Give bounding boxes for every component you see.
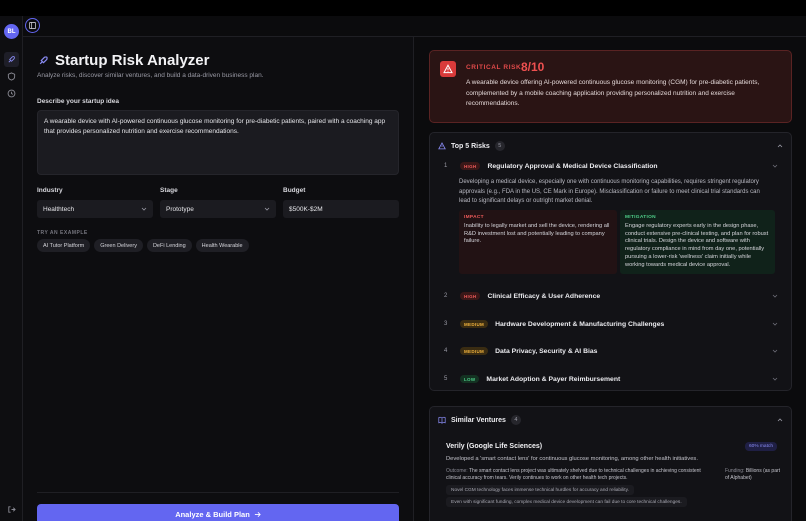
example-chips: AI Tutor Platform Green Delivery DeFi Le…: [37, 239, 249, 252]
stage-value: Prototype: [166, 205, 194, 213]
warning-icon: [440, 61, 456, 77]
risk-number: 4: [444, 348, 448, 354]
risk-description: Developing a medical device, especially …: [459, 179, 760, 204]
book-icon: [438, 416, 446, 424]
rocket-icon: [39, 56, 48, 65]
risk-title: Hardware Development & Manufacturing Cha…: [495, 320, 665, 328]
top-risks-title: Top 5 Risks: [451, 142, 490, 150]
budget-input[interactable]: $500K-$2M: [283, 200, 399, 218]
similar-ventures-panel: Similar Ventures 4 Verily (Google Life S…: [429, 406, 792, 521]
page-title-text: Startup Risk Analyzer: [55, 52, 210, 69]
venture-lesson-tag: Novel CGM technology faces immense techn…: [446, 485, 635, 495]
risk-number: 3: [444, 321, 448, 327]
industry-value: Healthtech: [43, 205, 75, 213]
analyzer-form-panel: Startup Risk Analyzer Analyze risks, dis…: [23, 37, 414, 521]
warning-icon: [438, 142, 446, 150]
risk-item-3[interactable]: 3 MEDIUM Hardware Development & Manufact…: [444, 318, 779, 330]
risk-level-badge: HIGH: [460, 292, 481, 300]
arrow-right-icon: [254, 511, 261, 517]
form-divider: [37, 492, 399, 493]
risk-level-badge: MEDIUM: [460, 320, 489, 328]
idea-textarea[interactable]: A wearable device with AI-powered contin…: [37, 110, 399, 175]
risk-item-2[interactable]: 2 HIGH Clinical Efficacy & User Adherenc…: [444, 290, 779, 302]
funding-label: Funding:: [725, 468, 745, 474]
app-rail: BL: [0, 16, 23, 521]
budget-value: $500K-$2M: [289, 205, 323, 213]
chevron-down-icon: [264, 207, 270, 211]
industry-select[interactable]: Healthtech: [37, 200, 153, 218]
chevron-up-icon[interactable]: [777, 143, 783, 149]
similar-ventures-header[interactable]: Similar Ventures 4: [438, 415, 521, 425]
avatar[interactable]: BL: [4, 24, 19, 39]
chevron-down-icon: [772, 349, 778, 353]
impact-box: IMPACT Inability to legally market and s…: [459, 210, 617, 274]
top-risks-header[interactable]: Top 5 Risks 5: [438, 141, 505, 151]
risk-title: Market Adoption & Payer Reimbursement: [486, 375, 621, 383]
chevron-down-icon: [772, 294, 778, 298]
analyze-button[interactable]: Analyze & Build Plan: [37, 504, 399, 521]
page-subtitle: Analyze risks, discover similar ventures…: [37, 72, 264, 79]
results-panel: CRITICAL RISK 8/10 A wearable device off…: [414, 37, 806, 521]
mitigation-box: MITIGATION Engage regulatory experts ear…: [620, 210, 775, 274]
risk-number: 5: [444, 376, 448, 382]
outcome-label: Outcome:: [446, 468, 468, 474]
venture-match-badge: 60% match: [745, 442, 777, 451]
page-title: Startup Risk Analyzer: [38, 52, 210, 69]
sidebar-toggle-button[interactable]: [25, 18, 40, 33]
risk-item-5[interactable]: 5 LOW Market Adoption & Payer Reimbursem…: [444, 373, 779, 385]
example-chip-green-delivery[interactable]: Green Delivery: [94, 239, 143, 252]
similar-ventures-count: 4: [510, 415, 521, 425]
venture-outcome: Outcome: The smart contact lens project …: [446, 468, 708, 483]
risk-title: Regulatory Approval & Medical Device Cla…: [487, 162, 658, 170]
critical-risk-label: CRITICAL RISK: [466, 64, 522, 71]
industry-label: Industry: [37, 187, 63, 194]
history-nav-icon[interactable]: [4, 86, 19, 101]
chevron-up-icon[interactable]: [777, 417, 783, 423]
example-chip-defi-lending[interactable]: DeFi Lending: [146, 239, 192, 252]
chevron-down-icon: [772, 322, 778, 326]
chevron-down-icon: [772, 377, 778, 381]
risk-number: 1: [444, 163, 448, 169]
critical-risk-score: 8/10: [521, 60, 545, 74]
panel-icon: [29, 22, 36, 29]
top-risks-panel: Top 5 Risks 5 1 HIGH Regulatory Approval…: [429, 132, 792, 391]
venture-funding: Funding: Billions (as part of Alphabet): [725, 468, 783, 483]
mitigation-label: MITIGATION: [625, 215, 656, 220]
venture-name: Verily (Google Life Sciences): [446, 443, 543, 450]
idea-label: Describe your startup idea: [37, 98, 119, 105]
stage-label: Stage: [160, 187, 178, 194]
window-top-bar: [0, 0, 806, 16]
shield-nav-icon[interactable]: [4, 69, 19, 84]
impact-label: IMPACT: [464, 215, 484, 220]
impact-text: Inability to legally market and sell the…: [464, 223, 610, 245]
venture-description: Developed a 'smart contact lens' for con…: [446, 456, 698, 462]
top-risks-count: 5: [494, 141, 505, 151]
critical-risk-description: A wearable device offering AI-powered co…: [466, 79, 760, 107]
critical-risk-card: CRITICAL RISK 8/10 A wearable device off…: [429, 50, 792, 123]
chevron-down-icon: [141, 207, 147, 211]
logout-icon[interactable]: [4, 502, 19, 517]
stage-select[interactable]: Prototype: [160, 200, 276, 218]
similar-ventures-title: Similar Ventures: [451, 416, 506, 424]
venture-lesson-tag: Even with significant funding, complex m…: [446, 497, 687, 507]
risk-item-1[interactable]: 1 HIGH Regulatory Approval & Medical Dev…: [444, 160, 779, 172]
risk-title: Clinical Efficacy & User Adherence: [487, 292, 601, 300]
chevron-up-icon: [772, 164, 778, 168]
outcome-text: The smart contact lens project was ultim…: [446, 468, 701, 482]
rocket-nav-icon[interactable]: [4, 52, 19, 67]
example-chip-ai-tutor[interactable]: AI Tutor Platform: [37, 239, 91, 252]
example-chip-health-wearable[interactable]: Health Wearable: [195, 239, 249, 252]
risk-number: 2: [444, 293, 448, 299]
risk-level-badge: MEDIUM: [460, 347, 489, 355]
risk-item-4[interactable]: 4 MEDIUM Data Privacy, Security & AI Bia…: [444, 345, 779, 357]
risk-title: Data Privacy, Security & AI Bias: [495, 347, 598, 355]
mitigation-text: Engage regulatory experts early in the d…: [625, 223, 769, 268]
risk-level-badge: LOW: [460, 375, 480, 383]
examples-label: TRY AN EXAMPLE: [37, 230, 88, 236]
risk-level-badge: HIGH: [460, 162, 481, 170]
analyze-button-label: Analyze & Build Plan: [175, 509, 250, 519]
budget-label: Budget: [283, 187, 306, 194]
